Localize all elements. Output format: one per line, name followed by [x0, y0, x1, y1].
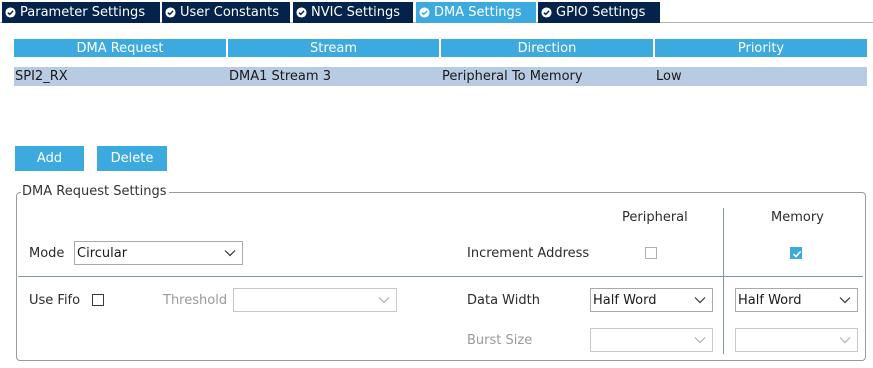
- cell-priority: Low: [656, 69, 682, 84]
- peripheral-header: Peripheral: [622, 210, 688, 225]
- cell-direction: Peripheral To Memory: [442, 69, 583, 84]
- add-button[interactable]: Add: [15, 146, 84, 171]
- column-header-priority[interactable]: Priority: [655, 39, 867, 57]
- mode-select-value: Circular: [77, 245, 128, 261]
- tab-parameter-settings[interactable]: Parameter Settings: [2, 2, 160, 23]
- check-circle-icon: [5, 7, 16, 18]
- peripheral-burst-size-select[interactable]: [590, 328, 713, 352]
- check-circle-icon: [296, 7, 307, 18]
- tab-gpio-settings[interactable]: GPIO Settings: [538, 2, 660, 23]
- tab-label: NVIC Settings: [311, 5, 400, 20]
- tab-label: Parameter Settings: [20, 5, 146, 20]
- cell-stream: DMA1 Stream 3: [229, 69, 331, 84]
- chevron-down-icon: [694, 297, 706, 304]
- chevron-down-icon: [378, 297, 390, 304]
- column-header-dma-request[interactable]: DMA Request: [14, 39, 226, 57]
- delete-button[interactable]: Delete: [97, 146, 167, 171]
- memory-data-width-select[interactable]: Half Word: [735, 288, 858, 312]
- check-circle-icon: [165, 7, 176, 18]
- threshold-label: Threshold: [163, 293, 228, 308]
- burst-size-label: Burst Size: [467, 333, 533, 348]
- cell-dma-request: SPI2_RX: [15, 69, 68, 84]
- chevron-down-icon: [839, 337, 851, 344]
- mode-label: Mode: [29, 246, 65, 261]
- peripheral-data-width-select[interactable]: Half Word: [590, 288, 713, 312]
- check-icon: [792, 250, 802, 258]
- row-divider: [18, 276, 863, 277]
- tab-dma-settings[interactable]: DMA Settings: [416, 2, 536, 23]
- memory-burst-size-select[interactable]: [735, 328, 858, 352]
- use-fifo-label: Use Fifo: [29, 293, 81, 308]
- data-width-label: Data Width: [467, 293, 540, 308]
- use-fifo-checkbox[interactable]: [92, 294, 104, 306]
- memory-header: Memory: [771, 210, 824, 225]
- peripheral-increment-checkbox[interactable]: [645, 247, 657, 259]
- tab-user-constants[interactable]: User Constants: [162, 2, 290, 23]
- memory-increment-checkbox[interactable]: [790, 247, 802, 259]
- table-row[interactable]: SPI2_RX DMA1 Stream 3 Peripheral To Memo…: [14, 67, 867, 86]
- increment-address-label: Increment Address: [467, 246, 590, 261]
- check-circle-icon: [541, 7, 552, 18]
- chevron-down-icon: [224, 250, 236, 257]
- column-header-stream[interactable]: Stream: [228, 39, 439, 57]
- memory-data-width-value: Half Word: [738, 292, 802, 308]
- tab-label: GPIO Settings: [556, 5, 646, 20]
- column-header-direction[interactable]: Direction: [441, 39, 653, 57]
- tab-label: User Constants: [180, 5, 279, 20]
- chevron-down-icon: [839, 297, 851, 304]
- tab-label: DMA Settings: [434, 5, 522, 20]
- peripheral-data-width-value: Half Word: [593, 292, 657, 308]
- table-header: DMA Request Stream Direction Priority: [14, 39, 867, 57]
- mode-select[interactable]: Circular: [74, 241, 243, 265]
- tab-bar: Parameter Settings User Constants NVIC S…: [0, 0, 873, 23]
- chevron-down-icon: [694, 337, 706, 344]
- threshold-select[interactable]: [233, 288, 397, 312]
- column-divider: [723, 208, 724, 354]
- tab-nvic-settings[interactable]: NVIC Settings: [293, 2, 413, 23]
- group-title: DMA Request Settings: [21, 184, 169, 199]
- check-circle-icon: [419, 7, 430, 18]
